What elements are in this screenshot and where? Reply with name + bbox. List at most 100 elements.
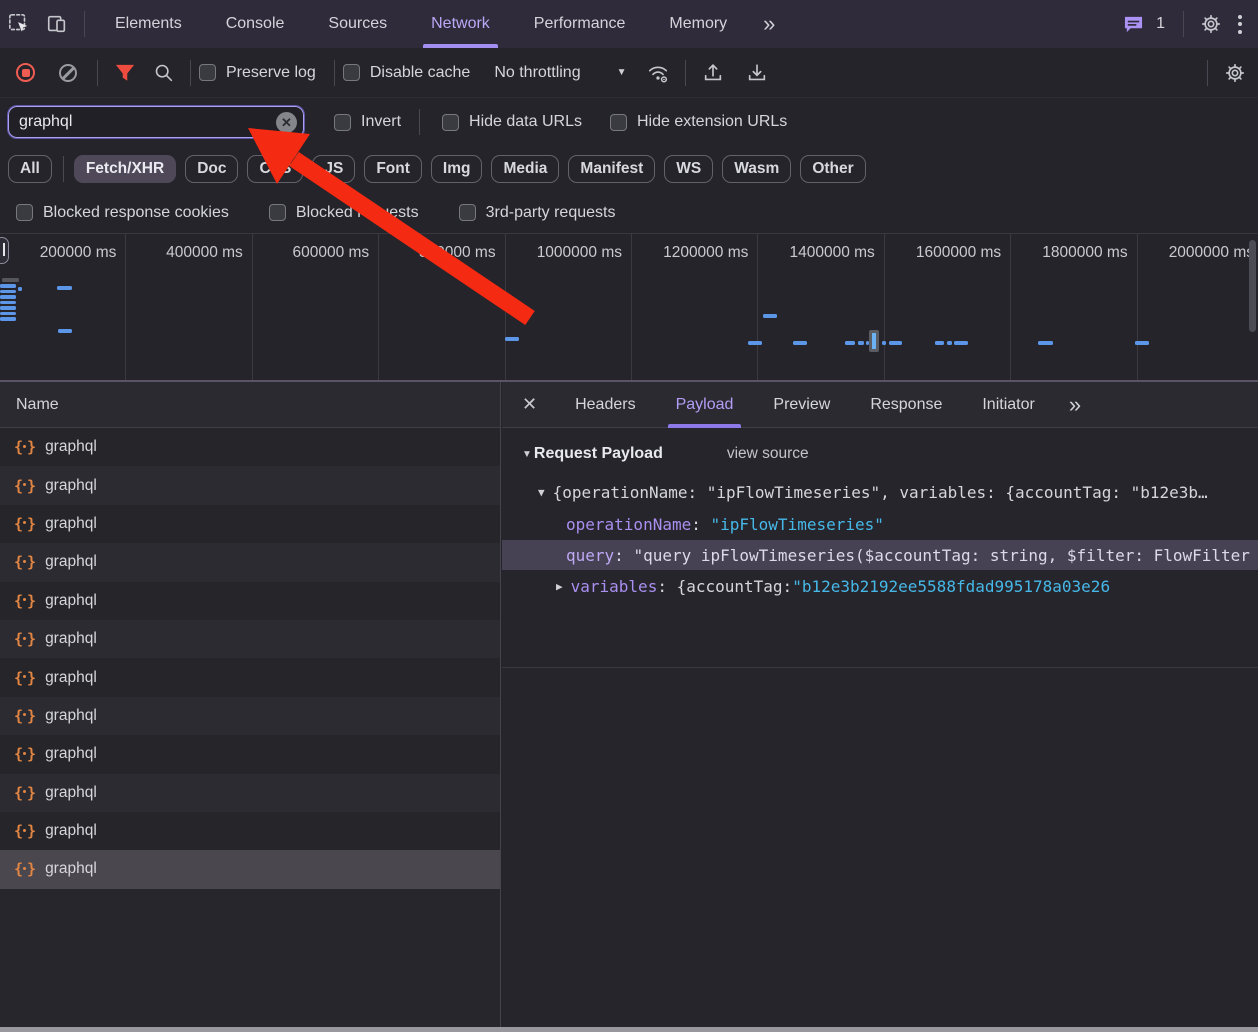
table-row-graphql[interactable]: {} graphql: [0, 428, 500, 467]
tab-performance[interactable]: Performance: [512, 0, 648, 48]
payload-operation-row[interactable]: operationName: "ipFlowTimeseries": [566, 509, 1258, 539]
timeline-grabber-handle[interactable]: [0, 237, 9, 264]
fetch-json-icon: {}: [14, 822, 36, 841]
tab-sources[interactable]: Sources: [306, 0, 409, 48]
tab-response[interactable]: Response: [850, 382, 962, 428]
fetch-json-icon: {}: [14, 706, 36, 725]
fetch-json-icon: {}: [14, 591, 36, 610]
third-party-requests-checkbox[interactable]: [458, 204, 476, 221]
request-name: graphql: [45, 630, 97, 648]
request-name: graphql: [45, 591, 97, 609]
devtools-window: Elements Console Sources Network Perform…: [0, 0, 1258, 1032]
property-key: operationName: [566, 514, 692, 534]
chip-fetch-xhr[interactable]: Fetch/XHR: [73, 155, 177, 183]
timeline-selected-marker: [869, 330, 879, 352]
tab-initiator[interactable]: Initiator: [962, 382, 1054, 428]
table-row-graphql[interactable]: {} graphql: [0, 581, 500, 620]
payload-variables-row[interactable]: ▶ variables: {accountTag: "b12e3b2192ee5…: [556, 571, 1258, 601]
timeline-request-bar: [889, 341, 902, 345]
request-name: graphql: [45, 822, 97, 840]
collapse-section-icon[interactable]: ▼: [522, 449, 532, 460]
divider: [333, 59, 335, 86]
table-row-graphql[interactable]: {} graphql: [0, 811, 500, 851]
network-settings-gear-icon[interactable]: [1222, 60, 1248, 86]
third-party-requests-label: 3rd-party requests: [485, 203, 616, 221]
network-overview-timeline[interactable]: 200000 ms 400000 ms 600000 ms 800000 ms 1000…: [0, 233, 1258, 380]
clear-filter-icon[interactable]: ✕: [276, 112, 297, 133]
chip-img[interactable]: Img: [430, 155, 483, 183]
timeline-scrollbar-thumb[interactable]: [1249, 240, 1256, 332]
tab-headers[interactable]: Headers: [555, 382, 655, 428]
tab-console[interactable]: Console: [204, 0, 307, 48]
hide-extension-urls-checkbox[interactable]: [609, 113, 627, 131]
hide-extension-urls-label: Hide extension URLs: [636, 113, 788, 130]
table-row-graphql[interactable]: {} graphql: [0, 735, 500, 774]
chip-doc[interactable]: Doc: [185, 155, 239, 183]
divider: [62, 156, 64, 182]
table-row-graphql[interactable]: {} graphql: [0, 773, 500, 812]
chip-ws[interactable]: WS: [664, 155, 714, 183]
blocked-requests-label: Blocked requests: [295, 203, 419, 221]
settings-gear-icon[interactable]: [1198, 11, 1224, 37]
chip-manifest[interactable]: Manifest: [568, 155, 656, 183]
timeline-request-bar: [845, 341, 855, 345]
timeline-request-bar: [2, 278, 19, 282]
timeline-request-bar: [1135, 341, 1149, 345]
timeline-request-bar: [0, 295, 16, 299]
table-row-graphql[interactable]: {} graphql: [0, 696, 500, 736]
payload-root-node[interactable]: ▼ {operationName: "ipFlowTimeseries", va…: [538, 477, 1258, 507]
issues-message-icon[interactable]: [1120, 11, 1146, 37]
filter-funnel-icon[interactable]: [112, 60, 138, 86]
timeline-request-bar: [0, 289, 16, 293]
inspect-element-icon[interactable]: [6, 11, 32, 37]
hide-data-urls-checkbox[interactable]: [442, 113, 460, 131]
device-toolbar-icon[interactable]: [44, 11, 70, 37]
chip-media[interactable]: Media: [491, 155, 560, 183]
preserve-log-checkbox[interactable]: [199, 64, 216, 81]
table-row-graphql[interactable]: {} graphql: [0, 543, 500, 582]
blocked-response-cookies-checkbox[interactable]: [16, 204, 33, 221]
export-har-icon[interactable]: [744, 60, 770, 86]
chip-css[interactable]: CSS: [247, 155, 304, 183]
invert-checkbox[interactable]: [334, 113, 351, 131]
filter-input-box[interactable]: ✕: [7, 105, 305, 139]
chip-other[interactable]: Other: [800, 155, 866, 183]
fetch-json-icon: {}: [14, 476, 36, 495]
view-source-link[interactable]: view source: [727, 445, 809, 463]
kebab-menu-icon[interactable]: [1230, 14, 1258, 34]
collapse-node-icon[interactable]: ▼: [538, 486, 545, 499]
disable-cache-checkbox[interactable]: [342, 64, 360, 81]
close-icon[interactable]: ✕: [502, 394, 555, 415]
table-row-graphql[interactable]: {} graphql: [0, 504, 500, 544]
throttling-dropdown[interactable]: No throttling ▼: [494, 64, 626, 82]
tab-network[interactable]: Network: [409, 0, 512, 48]
table-row-graphql[interactable]: {} graphql: [0, 466, 500, 505]
search-icon[interactable]: [150, 60, 176, 86]
record-network-log-button[interactable]: [16, 63, 35, 82]
fetch-json-icon: {}: [14, 783, 36, 802]
chip-all[interactable]: All: [8, 155, 52, 183]
tab-elements[interactable]: Elements: [93, 0, 204, 48]
tab-payload[interactable]: Payload: [656, 382, 754, 428]
chip-font[interactable]: Font: [364, 155, 422, 183]
table-row-graphql[interactable]: {} graphql: [0, 658, 500, 697]
import-har-icon[interactable]: [700, 60, 726, 86]
chip-js[interactable]: JS: [312, 155, 356, 183]
clear-network-log-button[interactable]: [59, 63, 77, 82]
tab-preview[interactable]: Preview: [753, 382, 850, 428]
network-conditions-icon[interactable]: [645, 60, 671, 86]
more-tabs-icon[interactable]: »: [749, 11, 786, 37]
blocked-requests-checkbox[interactable]: [268, 204, 286, 221]
filter-input[interactable]: [9, 113, 303, 131]
chevron-down-icon: ▼: [616, 67, 627, 78]
name-column-header[interactable]: Name: [0, 382, 500, 428]
more-detail-tabs-icon[interactable]: »: [1055, 392, 1092, 418]
table-row-graphql[interactable]: {} graphql: [0, 619, 500, 659]
chip-wasm[interactable]: Wasm: [722, 155, 792, 183]
payload-query-row-selected[interactable]: query: "query ipFlowTimeseries($accountT…: [502, 540, 1258, 570]
request-detail-pane: ✕ Headers Payload Preview Response Initi…: [502, 382, 1258, 1027]
hide-data-urls-label: Hide data URLs: [469, 113, 582, 130]
tab-memory[interactable]: Memory: [647, 0, 749, 48]
table-row-graphql[interactable]: {} graphql: [0, 850, 500, 889]
expand-node-icon[interactable]: ▶: [556, 580, 563, 593]
